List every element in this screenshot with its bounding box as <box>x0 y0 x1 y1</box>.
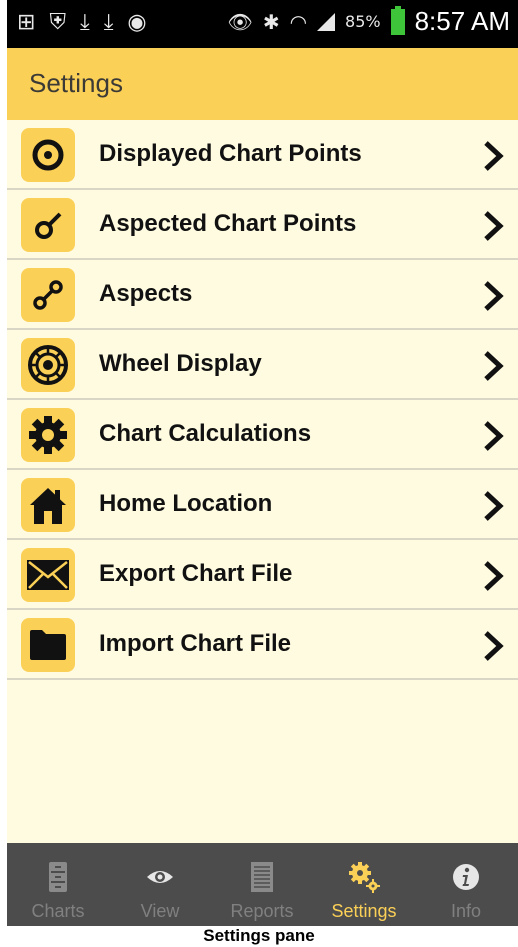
settings-list: Displayed Chart Points Aspected Chart Po… <box>7 120 518 680</box>
gears-icon <box>349 862 380 893</box>
menu-item-label: Aspects <box>99 280 193 307</box>
chevron-right-icon <box>484 351 504 381</box>
info-icon <box>453 864 479 890</box>
icon-tile <box>21 618 75 672</box>
icon-tile <box>21 548 75 602</box>
tab-info[interactable]: Info <box>415 843 517 926</box>
clock: 8:57 AM <box>414 6 510 36</box>
chevron-right-icon <box>484 211 504 241</box>
icon-tile <box>21 408 75 462</box>
menu-item-displayed-chart-points[interactable]: Displayed Chart Points <box>7 120 518 190</box>
wheel-icon <box>28 345 68 385</box>
chevron-right-icon <box>484 561 504 591</box>
menu-item-label: Export Chart File <box>99 560 293 587</box>
icon-tile <box>21 338 75 392</box>
menu-item-import-chart-file[interactable]: Import Chart File <box>7 610 518 680</box>
eye-icon <box>147 871 173 883</box>
target-icon <box>32 139 64 171</box>
plus-square-icon: ⊞ <box>17 10 36 35</box>
icon-tile <box>21 268 75 322</box>
menu-item-label: Home Location <box>99 490 273 517</box>
menu-item-wheel-display[interactable]: Wheel Display <box>7 330 518 400</box>
document-icon <box>251 862 273 892</box>
wifi-icon: ◠ <box>289 9 308 34</box>
icon-tile <box>21 128 75 182</box>
menu-item-chart-calculations[interactable]: Chart Calculations <box>7 400 518 470</box>
status-icons-left: ⊞ ⛨ ⤓ ⤓ ◉ <box>17 10 147 35</box>
eye-icon: 👁 <box>227 9 253 34</box>
icon-tile <box>21 198 75 252</box>
cabinet-icon <box>49 862 67 892</box>
figure-caption: Settings pane <box>203 926 315 945</box>
menu-item-export-chart-file[interactable]: Export Chart File <box>7 540 518 610</box>
tab-reports[interactable]: Reports <box>211 843 313 926</box>
download-icon: ⤓ <box>79 10 90 35</box>
chevron-right-icon <box>484 141 504 171</box>
chevron-right-icon <box>484 421 504 451</box>
folder-icon <box>30 630 66 660</box>
status-bar: ⊞ ⛨ ⤓ ⤓ ◉ 👁 ✱ ◠ 85% 8:57 AM <box>7 0 518 48</box>
aspects-icon <box>33 280 63 310</box>
page-title: Settings <box>29 68 123 98</box>
tab-bar: Charts View Reports Settings Info <box>7 843 518 926</box>
bluetooth-icon: ✱ <box>262 9 280 34</box>
chrome-icon: ◉ <box>127 10 147 35</box>
menu-item-aspected-chart-points[interactable]: Aspected Chart Points <box>7 190 518 260</box>
shield-icon: ⛨ <box>49 10 66 35</box>
gear-icon <box>29 416 67 454</box>
menu-item-label: Displayed Chart Points <box>99 140 362 167</box>
battery-icon <box>390 5 405 35</box>
tab-label: View <box>140 901 180 921</box>
tab-view[interactable]: View <box>109 843 211 926</box>
download-icon: ⤓ <box>103 10 114 35</box>
menu-item-label: Chart Calculations <box>99 420 312 447</box>
tab-settings[interactable]: Settings <box>313 843 415 926</box>
home-icon <box>30 488 66 524</box>
menu-item-label: Import Chart File <box>99 630 292 657</box>
tab-label: Charts <box>31 901 85 921</box>
menu-item-label: Aspected Chart Points <box>99 210 357 237</box>
chevron-right-icon <box>484 631 504 661</box>
tab-charts[interactable]: Charts <box>7 843 109 926</box>
signal-icon <box>317 12 336 31</box>
tab-label: Reports <box>230 901 294 921</box>
menu-item-label: Wheel Display <box>99 350 262 377</box>
phone-screen: ⊞ ⛨ ⤓ ⤓ ◉ 👁 ✱ ◠ 85% 8:57 AM Settings Dis… <box>7 0 518 926</box>
aspect-point-icon <box>35 212 62 239</box>
chevron-right-icon <box>484 281 504 311</box>
app-header: Settings <box>7 48 518 120</box>
battery-percent: 85% <box>345 12 381 31</box>
chevron-right-icon <box>484 491 504 521</box>
menu-item-home-location[interactable]: Home Location <box>7 470 518 540</box>
tab-label: Settings <box>331 901 397 921</box>
status-icons-right: 👁 ✱ ◠ 85% 8:57 AM <box>227 5 510 37</box>
envelope-icon <box>27 560 69 590</box>
menu-item-aspects[interactable]: Aspects <box>7 260 518 330</box>
icon-tile <box>21 478 75 532</box>
tab-label: Info <box>450 901 482 921</box>
